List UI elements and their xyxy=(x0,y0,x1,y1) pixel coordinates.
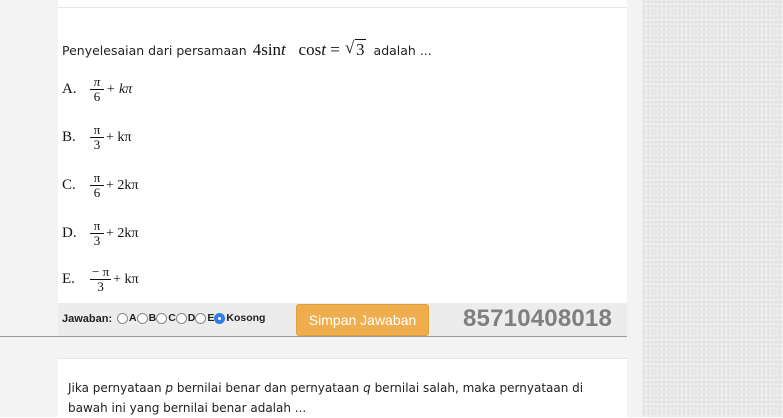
left-gutter xyxy=(0,0,58,417)
radio-option-b[interactable]: B xyxy=(136,312,156,324)
answer-radio-group: A B C D E Kosong xyxy=(117,312,265,324)
fraction: π 6 xyxy=(90,75,104,104)
fraction: π 6 xyxy=(90,171,104,200)
equation: 4sint cost = 3 xyxy=(253,38,366,60)
option-b: B. π 3 + kπ xyxy=(62,122,132,152)
radio-option-e[interactable]: E xyxy=(195,312,214,324)
radio-button-c[interactable] xyxy=(156,312,168,324)
radio-option-d[interactable]: D xyxy=(175,312,195,324)
option-c: C. π 6 + 2kπ xyxy=(62,170,139,200)
sqrt-symbol: 3 xyxy=(345,38,366,60)
card-top-divider xyxy=(58,7,627,8)
radio-option-c[interactable]: C xyxy=(156,312,176,324)
radio-button-b[interactable] xyxy=(136,312,148,324)
radio-button-kosong[interactable] xyxy=(214,312,226,324)
radio-option-kosong[interactable]: Kosong xyxy=(214,312,265,324)
fraction: π 3 xyxy=(90,123,104,152)
question-1-text: Penyelesaian dari persamaan 4sint cost =… xyxy=(62,38,622,60)
question-2-text: Jika pernyataan p bernilai benar dan per… xyxy=(68,381,584,415)
radio-option-a[interactable]: A xyxy=(117,312,137,324)
question-1-suffix: adalah ... xyxy=(373,42,432,58)
question-1-prefix: Penyelesaian dari persamaan xyxy=(62,42,247,58)
right-side-panel xyxy=(642,0,783,417)
radio-button-a[interactable] xyxy=(117,312,128,324)
option-d: D. π 3 + 2kπ xyxy=(62,218,139,248)
question-code: 85710408018 xyxy=(463,305,613,332)
save-answer-button[interactable]: Simpan Jawaban xyxy=(296,304,429,336)
gutter-right xyxy=(627,0,642,417)
radio-button-e[interactable] xyxy=(195,312,207,324)
option-e: E. − π 3 + kπ xyxy=(62,264,139,294)
option-a: A. π 6 + kπ xyxy=(62,74,133,104)
fraction: π 3 xyxy=(90,219,104,248)
answer-label: Jawaban: xyxy=(62,313,113,325)
card-gap xyxy=(58,337,627,358)
fraction: − π 3 xyxy=(90,264,112,294)
radio-button-d[interactable] xyxy=(175,312,187,324)
